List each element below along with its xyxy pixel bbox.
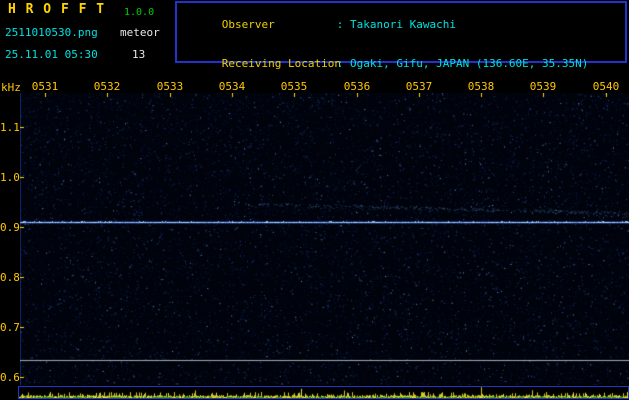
freq-label: 0.8	[0, 271, 20, 284]
time-label: 0533	[156, 80, 184, 93]
freq-label: 0.9	[0, 221, 20, 234]
info-row-location: Receiving Location: Ogaki, Gifu, JAPAN (…	[182, 44, 620, 83]
time-label: 0537	[405, 80, 433, 93]
output-filename: 2511010530.png	[5, 26, 98, 39]
freq-label: 1.1	[0, 121, 20, 134]
mode-label: meteor	[120, 26, 160, 39]
time-label: 0535	[280, 80, 308, 93]
station-info-box: Observer : Takanori Kawachi Receiving Loc…	[175, 1, 627, 148]
signal-level-strip	[18, 386, 629, 399]
info-label: Receiving Location	[221, 57, 341, 70]
observation-datetime: 25.11.01 05:30	[5, 48, 98, 61]
freq-axis-unit: kHz	[1, 81, 21, 94]
echo-count: 13	[132, 48, 146, 61]
info-label: Observer	[221, 18, 275, 31]
info-value: : Takanori Kawachi	[336, 18, 456, 31]
time-label: 0532	[93, 80, 121, 93]
time-label: 0539	[529, 80, 557, 93]
app-title: H R O F F T	[8, 2, 106, 17]
info-value: : Ogaki, Gifu, JAPAN (136.60E, 35.35N)	[336, 57, 589, 70]
time-label: 0538	[467, 80, 495, 93]
app-version: 1.0.0	[124, 7, 155, 18]
freq-label: 1.0	[0, 171, 20, 184]
info-row-observer: Observer : Takanori Kawachi	[182, 5, 620, 44]
freq-label: 0.6	[0, 371, 20, 384]
signal-level-canvas	[19, 387, 628, 398]
time-label: 0531	[31, 80, 59, 93]
time-label: 0536	[343, 80, 371, 93]
time-label: 0534	[218, 80, 246, 93]
time-label: 0540	[592, 80, 620, 93]
freq-label: 0.7	[0, 321, 20, 334]
hrofft-output: H R O F F T 1.0.0 2511010530.png meteor …	[0, 0, 629, 400]
spectrogram-canvas	[20, 93, 629, 385]
